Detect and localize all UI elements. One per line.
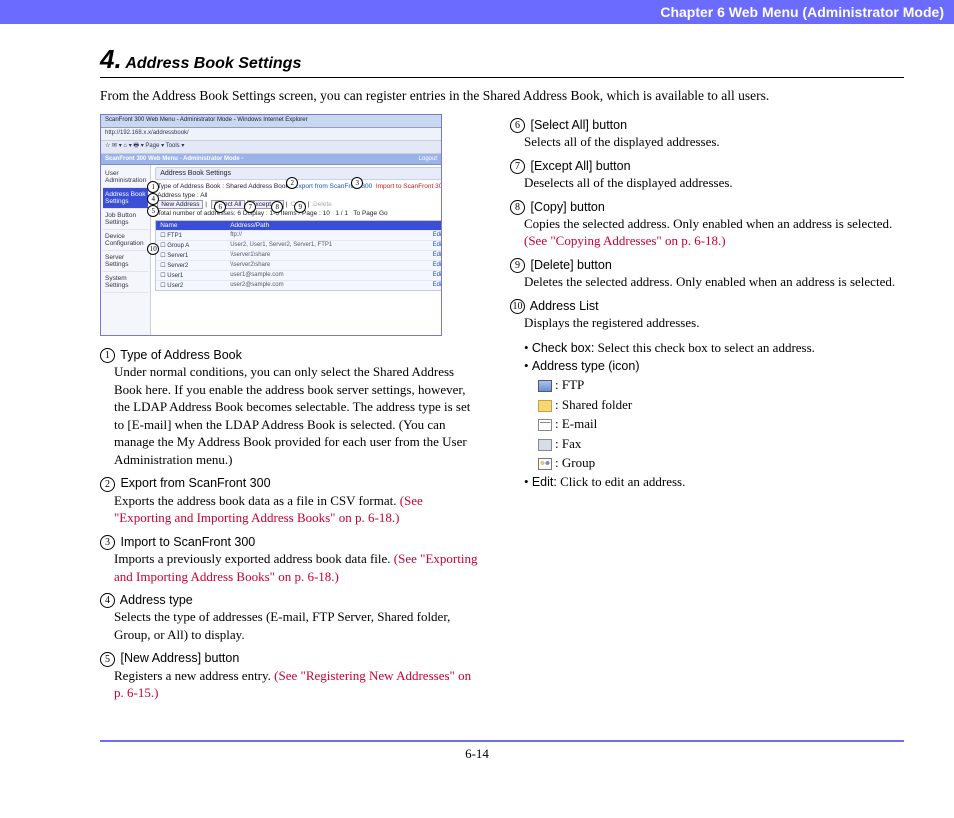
ss-side-job: Job Button Settings [103, 209, 148, 230]
desc-item-6: 6 [Select All] buttonSelects all of the … [510, 118, 904, 151]
cross-ref-link[interactable]: (See "Exporting and Importing Address Bo… [114, 493, 423, 526]
section-number: 4. [100, 44, 122, 74]
ss-side-device: Device Configuration [103, 230, 148, 251]
desc-item-9: 9 [Delete] buttonDeletes the selected ad… [510, 258, 904, 291]
ss-url-bar: http://192.168.x.x/addressbook/ [101, 128, 441, 141]
desc-item-3: 3 Import to ScanFront 300Imports a previ… [100, 535, 480, 585]
ss-logout: Logout [419, 154, 437, 164]
ss-table-row: ☐ Server1\\server1\shareEdit [156, 250, 442, 260]
right-column: 6 [Select All] buttonSelects all of the … [510, 114, 904, 710]
ftp-icon [538, 380, 552, 392]
addrlist-type: • Address type (icon) [524, 357, 904, 375]
desc-item-8: 8 [Copy] buttonCopies the selected addre… [510, 200, 904, 250]
ss-thead: Name Address/Path [156, 221, 442, 230]
ss-product-bar: ScanFront 300 Web Menu - Administrator M… [101, 154, 441, 165]
left-column: ScanFront 300 Web Menu - Administrator M… [100, 114, 480, 710]
ss-table-row: ☐ Server2\\server2\shareEdit [156, 260, 442, 270]
type-fax: : Fax [538, 434, 904, 454]
page-number: 6-14 [0, 746, 954, 772]
ss-side-system: System Settings [103, 272, 148, 293]
cross-ref-link[interactable]: (See "Registering New Addresses" on p. 6… [114, 668, 471, 701]
ss-window-title: ScanFront 300 Web Menu - Administrator M… [101, 115, 441, 128]
footer-rule [100, 740, 904, 742]
ss-row-type: Type of Address Book : Shared Address Bo… [155, 182, 442, 191]
section-title: 4. Address Book Settings [100, 44, 904, 78]
cross-ref-link[interactable]: (See "Copying Addresses" on p. 6-18.) [524, 233, 726, 248]
cross-ref-link[interactable]: (See "Exporting and Importing Address Bo… [114, 551, 477, 584]
ss-table: Name Address/Path ☐ FTP1ftp://Edit☐ Grou… [155, 220, 442, 291]
desc-item-10: 10 Address ListDisplays the registered a… [510, 299, 904, 332]
page-body: 4. Address Book Settings From the Addres… [0, 24, 954, 720]
type-email: : E-mail [538, 414, 904, 434]
addrlist-edit: • Edit: Click to edit an address. [524, 473, 904, 491]
ss-toolbar: ☆ ✉ ▾ ⌂ ▾ 🖶 ▾ Page ▾ Tools ▾ [101, 141, 441, 154]
ss-side-server: Server Settings [103, 251, 148, 272]
ss-table-row: ☐ FTP1ftp://Edit [156, 230, 442, 240]
ss-sidebar: User Administration Address Book Setting… [101, 165, 151, 336]
ss-side-user: User Administration [103, 167, 148, 188]
type-shared: : Shared folder [538, 395, 904, 415]
group-icon [538, 458, 552, 470]
chapter-title: Chapter 6 Web Menu (Administrator Mode) [660, 4, 944, 20]
desc-item-2: 2 Export from ScanFront 300Exports the a… [100, 476, 480, 526]
section-heading: Address Book Settings [125, 55, 301, 72]
type-group: : Group [538, 453, 904, 473]
addrlist-checkbox: • Check box: Select this check box to se… [524, 339, 904, 357]
ss-content: Address Book Settings Type of Address Bo… [151, 165, 442, 336]
folder-icon [538, 400, 552, 412]
desc-item-5: 5 [New Address] buttonRegisters a new ad… [100, 651, 480, 701]
fax-icon [538, 439, 552, 451]
ss-row-addrtype: Address type : All [155, 191, 442, 200]
desc-item-7: 7 [Except All] buttonDeselects all of th… [510, 159, 904, 192]
desc-item-1: 1 Type of Address BookUnder normal condi… [100, 348, 480, 468]
ss-content-heading: Address Book Settings [155, 167, 442, 180]
chapter-header: Chapter 6 Web Menu (Administrator Mode) [0, 0, 954, 24]
ss-table-row: ☐ User1user1@sample.comEdit [156, 270, 442, 280]
email-icon [538, 419, 552, 431]
desc-item-4: 4 Address typeSelects the type of addres… [100, 593, 480, 643]
type-ftp: : FTP [538, 375, 904, 395]
content-columns: ScanFront 300 Web Menu - Administrator M… [100, 114, 904, 710]
ss-table-row: ☐ Group AUser2, User1, Server2, Server1,… [156, 240, 442, 250]
ss-side-addressbook: Address Book Settings [103, 188, 148, 209]
intro-text: From the Address Book Settings screen, y… [100, 88, 904, 104]
ss-table-row: ☐ User2user2@sample.comEdit [156, 280, 442, 290]
app-screenshot: ScanFront 300 Web Menu - Administrator M… [100, 114, 442, 336]
